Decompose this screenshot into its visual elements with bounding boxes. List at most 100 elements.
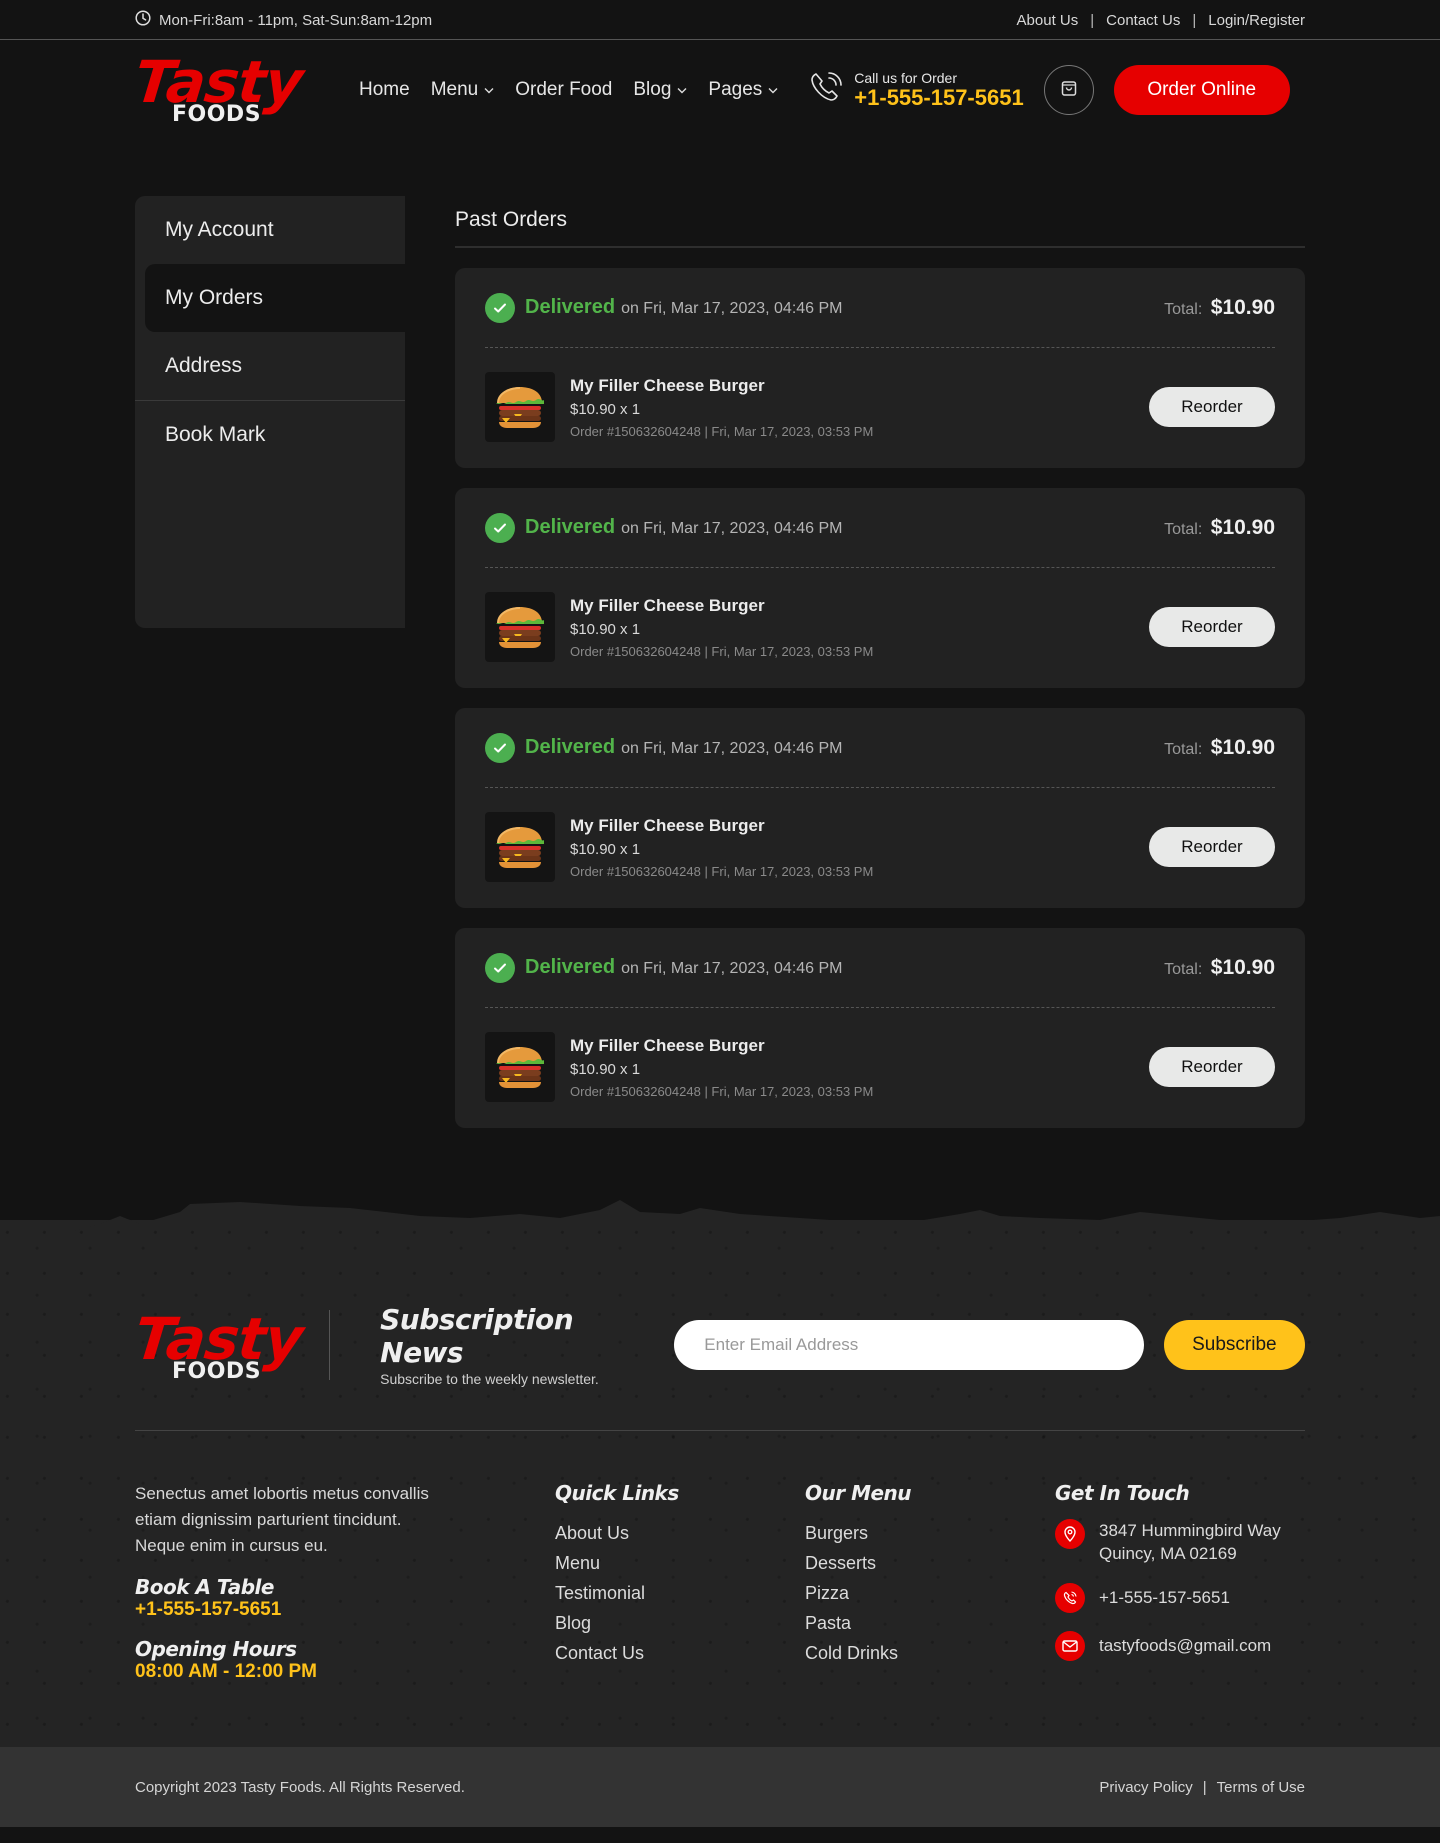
newsletter-heading: Subscription News Subscribe to the weekl…	[380, 1303, 654, 1387]
item-name[interactable]: My Filler Cheese Burger	[570, 1036, 1149, 1056]
cart-button[interactable]	[1043, 65, 1094, 115]
top-link-contact[interactable]: Contact Us	[1106, 12, 1180, 29]
order-total: Total: $10.90	[1164, 516, 1275, 540]
sidebar-item-address[interactable]: Address	[135, 332, 405, 400]
footer-link-about[interactable]: About Us	[555, 1523, 805, 1553]
reorder-button[interactable]: Reorder	[1149, 387, 1275, 427]
email-input[interactable]	[674, 1320, 1144, 1370]
total-value: $10.90	[1210, 295, 1275, 319]
newsletter-row: Tasty FOODS Subscription News Subscribe …	[131, 1300, 1306, 1390]
contact-phone[interactable]: +1-555-157-5651	[1055, 1583, 1305, 1613]
item-price: $10.90 x 1	[570, 620, 641, 638]
item-name[interactable]: My Filler Cheese Burger	[570, 596, 1149, 616]
clock-icon	[135, 10, 151, 30]
item-price: $10.90 x 1	[570, 1060, 641, 1078]
footer-menu-desserts[interactable]: Desserts	[805, 1553, 1055, 1583]
terms-of-use-link[interactable]: Terms of Use	[1217, 1779, 1305, 1796]
footer-menu-pasta[interactable]: Pasta	[805, 1613, 1055, 1643]
map-pin-icon	[1055, 1519, 1085, 1549]
item-price: $10.90 x 1	[570, 400, 641, 418]
footer-contact: Get In Touch 3847 Hummingbird Way Quincy…	[1055, 1481, 1305, 1747]
opening-hours: Mon-Fri:8am - 11pm, Sat-Sun:8am-12pm	[135, 10, 432, 30]
order-card: Delivered on Fri, Mar 17, 2023, 04:46 PM…	[455, 928, 1305, 1128]
logo-text-foods: FOODS	[172, 1359, 262, 1384]
nav-blog[interactable]: Blog	[633, 79, 687, 101]
sidebar-item-book-mark[interactable]: Book Mark	[135, 401, 405, 469]
total-label: Total:	[1164, 520, 1203, 538]
phone-text: +1-555-157-5651	[1099, 1588, 1230, 1607]
book-table-phone[interactable]: +1-555-157-5651	[135, 1599, 555, 1621]
order-status: Delivered on Fri, Mar 17, 2023, 04:46 PM	[485, 292, 843, 323]
privacy-policy-link[interactable]: Privacy Policy	[1099, 1779, 1192, 1796]
call-number[interactable]: +1-555-157-5651	[854, 86, 1023, 110]
footer-menu-burgers[interactable]: Burgers	[805, 1523, 1055, 1553]
footer-logo[interactable]: Tasty FOODS	[131, 1305, 305, 1385]
nav-label: Menu	[430, 79, 479, 100]
order-card: Delivered on Fri, Mar 17, 2023, 04:46 PM…	[455, 268, 1305, 468]
reorder-button[interactable]: Reorder	[1149, 607, 1275, 647]
footer-link-blog[interactable]: Blog	[555, 1613, 805, 1643]
call-label: Call us for Order	[854, 70, 957, 86]
opening-hours-value: 08:00 AM - 12:00 PM	[135, 1661, 317, 1682]
burger-image	[485, 1032, 555, 1102]
address-line-1: 3847 Hummingbird Way	[1099, 1521, 1281, 1540]
call-to-order[interactable]: Call us for Order +1-555-157-5651	[808, 70, 1024, 111]
orders-section: Past Orders Delivered on Fri, Mar 17, 20…	[455, 196, 1305, 1220]
order-total: Total: $10.90	[1164, 296, 1275, 320]
total-label: Total:	[1164, 960, 1203, 978]
nav-label: Blog	[633, 79, 672, 100]
subscribe-button[interactable]: Subscribe	[1163, 1320, 1306, 1370]
phone-ringing-icon	[808, 70, 844, 111]
sidebar-item-my-orders[interactable]: My Orders	[145, 264, 405, 332]
footer-menu-cold-drinks[interactable]: Cold Drinks	[805, 1643, 1055, 1673]
hours-text: Mon-Fri:8am - 11pm, Sat-Sun:8am-12pm	[159, 11, 433, 29]
burger-image	[485, 372, 555, 442]
contact-address: 3847 Hummingbird Way Quincy, MA 02169	[1055, 1519, 1305, 1565]
footer-about: Senectus amet lobortis metus convallis e…	[135, 1481, 555, 1747]
footer-columns: Senectus amet lobortis metus convallis e…	[135, 1431, 1305, 1747]
brand-logo[interactable]: Tasty FOODS	[131, 48, 305, 128]
nav-order-food[interactable]: Order Food	[515, 79, 612, 101]
item-name[interactable]: My Filler Cheese Burger	[570, 376, 1149, 396]
order-status: Delivered on Fri, Mar 17, 2023, 04:46 PM	[485, 732, 843, 763]
our-menu-heading: Our Menu	[805, 1481, 912, 1505]
nav-home[interactable]: Home	[359, 79, 410, 101]
item-name[interactable]: My Filler Cheese Burger	[570, 816, 1149, 836]
main-header: Tasty FOODS Home Menu Order Food Blog Pa…	[0, 40, 1440, 140]
nav-menu[interactable]: Menu	[431, 79, 495, 101]
footer-link-contact[interactable]: Contact Us	[555, 1643, 805, 1673]
order-total: Total: $10.90	[1164, 736, 1275, 760]
orders-list: Delivered on Fri, Mar 17, 2023, 04:46 PM…	[455, 268, 1305, 1128]
email-text: tastyfoods@gmail.com	[1099, 1636, 1272, 1655]
check-circle-icon	[485, 292, 515, 323]
order-total: Total: $10.90	[1164, 956, 1275, 980]
top-links: About Us | Contact Us | Login/Register	[1017, 12, 1305, 29]
newsletter-subtitle: Subscribe to the weekly newsletter.	[380, 1371, 599, 1387]
footer-link-menu[interactable]: Menu	[555, 1553, 805, 1583]
order-online-button[interactable]: Order Online	[1113, 65, 1290, 115]
reorder-button[interactable]: Reorder	[1149, 827, 1275, 867]
sidebar-item-my-account[interactable]: My Account	[135, 196, 405, 264]
total-value: $10.90	[1210, 735, 1275, 759]
footer-link-testimonial[interactable]: Testimonial	[555, 1583, 805, 1613]
order-meta: Order #150632604248 | Fri, Mar 17, 2023,…	[570, 1083, 874, 1099]
delivered-date: on Fri, Mar 17, 2023, 04:46 PM	[621, 300, 843, 317]
burger-image	[485, 812, 555, 882]
status-badge: Delivered	[525, 956, 616, 978]
order-item: My Filler Cheese Burger $10.90 x 1 Order…	[485, 568, 1275, 686]
contact-email[interactable]: tastyfoods@gmail.com	[1055, 1631, 1305, 1661]
torn-edge-decoration	[0, 1200, 1440, 1240]
order-item: My Filler Cheese Burger $10.90 x 1 Order…	[485, 348, 1275, 466]
account-sidebar: My Account My Orders Address Book Mark	[135, 196, 405, 628]
top-link-login[interactable]: Login/Register	[1208, 12, 1305, 29]
total-value: $10.90	[1210, 515, 1275, 539]
book-table-heading: Book A Table	[135, 1575, 274, 1599]
delivered-date: on Fri, Mar 17, 2023, 04:46 PM	[621, 960, 843, 977]
footer-menu-pizza[interactable]: Pizza	[805, 1583, 1055, 1613]
burger-image	[485, 592, 555, 662]
nav-pages[interactable]: Pages	[708, 79, 778, 101]
top-link-about[interactable]: About Us	[1017, 12, 1079, 29]
legal-links: Privacy Policy | Terms of Use	[1099, 1779, 1305, 1796]
reorder-button[interactable]: Reorder	[1149, 1047, 1275, 1087]
top-info-bar: Mon-Fri:8am - 11pm, Sat-Sun:8am-12pm Abo…	[0, 0, 1440, 40]
